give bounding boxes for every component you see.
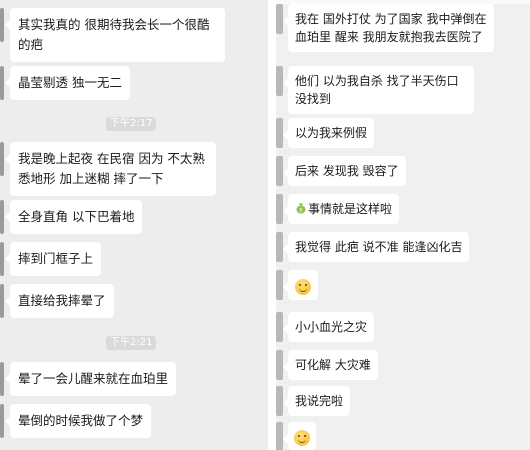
message-bubble[interactable]: 以为我来例假 bbox=[282, 118, 375, 148]
avatar[interactable] bbox=[276, 270, 283, 300]
message-bubble[interactable]: 我说完啦 bbox=[282, 386, 351, 416]
chat-message: 晕倒的时候我做了个梦 bbox=[0, 404, 152, 438]
avatar[interactable] bbox=[0, 362, 4, 396]
chat-message: 全身直角 以下巴着地 bbox=[0, 200, 143, 234]
avatar[interactable] bbox=[276, 422, 283, 450]
chat-message: 摔到门框子上 bbox=[0, 242, 102, 276]
avatar[interactable] bbox=[0, 66, 4, 100]
message-bubble[interactable]: 晕倒的时候我做了个梦 bbox=[4, 404, 152, 438]
chat-message: 我说完啦 bbox=[276, 386, 351, 416]
chat-message: 以为我来例假 bbox=[276, 118, 375, 148]
avatar[interactable] bbox=[276, 350, 283, 380]
message-bubble[interactable]: 后来 发现我 毁容了 bbox=[283, 156, 406, 186]
grinning-face-icon bbox=[295, 278, 311, 295]
avatar[interactable] bbox=[276, 232, 283, 262]
chat-message bbox=[276, 422, 316, 450]
smiling-face-icon bbox=[294, 429, 310, 446]
message-bubble[interactable]: 他们 以为我自杀 找了半天伤口 没找到 bbox=[283, 66, 474, 114]
message-bubble[interactable]: 小小血光之灾 bbox=[282, 312, 375, 342]
chat-message: 晕了一会儿醒来就在血珀里 bbox=[0, 362, 177, 396]
chat-message: 小小血光之灾 bbox=[276, 312, 375, 342]
chat-message bbox=[276, 270, 318, 300]
message-bubble[interactable]: 我是晚上起夜 在民宿 因为 不太熟悉地形 加上迷糊 摔了一下 bbox=[5, 142, 216, 196]
message-bubble[interactable]: 我觉得 此疤 说不准 能逢凶化吉 bbox=[282, 232, 470, 262]
avatar[interactable] bbox=[276, 312, 283, 342]
avatar[interactable] bbox=[0, 404, 4, 438]
message-bubble[interactable]: 晕了一会儿醒来就在血珀里 bbox=[4, 362, 177, 396]
right-chat-pane: 我在 国外打仗 为了国家 我中弹倒在血珀里 醒来 我朋友就抱我去医院了 他们 以… bbox=[276, 0, 530, 450]
chat-message: 我觉得 此疤 说不准 能逢凶化吉 bbox=[276, 232, 470, 262]
avatar[interactable] bbox=[276, 194, 283, 224]
chat-message: 我在 国外打仗 为了国家 我中弹倒在血珀里 醒来 我朋友就抱我去医院了 bbox=[276, 4, 494, 52]
emoji-message-bubble[interactable] bbox=[283, 270, 318, 300]
chat-message: 其实我真的 很期待我会长一个很酷的疤 bbox=[0, 8, 225, 62]
avatar[interactable] bbox=[276, 4, 283, 34]
avatar[interactable] bbox=[276, 386, 283, 416]
chat-message: $ 事情就是这样啦 bbox=[276, 194, 400, 224]
svg-text:$: $ bbox=[299, 207, 303, 213]
chat-message: 他们 以为我自杀 找了半天伤口 没找到 bbox=[276, 66, 474, 114]
avatar[interactable] bbox=[0, 242, 4, 276]
timestamp: 下午2:17 bbox=[106, 117, 157, 131]
money-bag-icon: $ bbox=[296, 203, 306, 214]
left-chat-pane: 其实我真的 很期待我会长一个很酷的疤 晶莹剔透 独一无二 下午2:17 我是晚上… bbox=[0, 0, 268, 450]
chat-message: 直接给我摔晕了 bbox=[0, 284, 114, 318]
message-bubble[interactable]: $ 事情就是这样啦 bbox=[282, 194, 400, 224]
message-bubble[interactable]: 我在 国外打仗 为了国家 我中弹倒在血珀里 醒来 我朋友就抱我去医院了 bbox=[283, 4, 494, 52]
avatar[interactable] bbox=[276, 118, 283, 148]
avatar[interactable] bbox=[276, 66, 283, 96]
chat-message: 我是晚上起夜 在民宿 因为 不太熟悉地形 加上迷糊 摔了一下 bbox=[0, 142, 216, 196]
message-bubble[interactable]: 全身直角 以下巴着地 bbox=[4, 200, 143, 234]
message-bubble[interactable]: 摔到门框子上 bbox=[4, 242, 102, 276]
emoji-message-bubble[interactable] bbox=[283, 422, 316, 450]
chat-message: 可化解 大灾难 bbox=[276, 350, 378, 380]
message-bubble[interactable]: 晶莹剔透 独一无二 bbox=[5, 66, 130, 100]
avatar[interactable] bbox=[0, 200, 4, 234]
avatar[interactable] bbox=[0, 284, 4, 318]
message-text: 事情就是这样啦 bbox=[308, 202, 393, 216]
timestamp: 下午2:21 bbox=[106, 336, 157, 350]
chat-message: 晶莹剔透 独一无二 bbox=[0, 66, 130, 100]
avatar[interactable] bbox=[0, 8, 4, 42]
message-bubble[interactable]: 其实我真的 很期待我会长一个很酷的疤 bbox=[5, 8, 225, 62]
message-bubble[interactable]: 直接给我摔晕了 bbox=[5, 284, 114, 318]
chat-screenshot-collage: 其实我真的 很期待我会长一个很酷的疤 晶莹剔透 独一无二 下午2:17 我是晚上… bbox=[0, 0, 530, 450]
chat-message: 后来 发现我 毁容了 bbox=[276, 156, 406, 186]
message-bubble[interactable]: 可化解 大灾难 bbox=[283, 350, 378, 380]
pane-divider bbox=[268, 0, 276, 450]
avatar[interactable] bbox=[0, 142, 4, 176]
avatar[interactable] bbox=[276, 156, 283, 186]
